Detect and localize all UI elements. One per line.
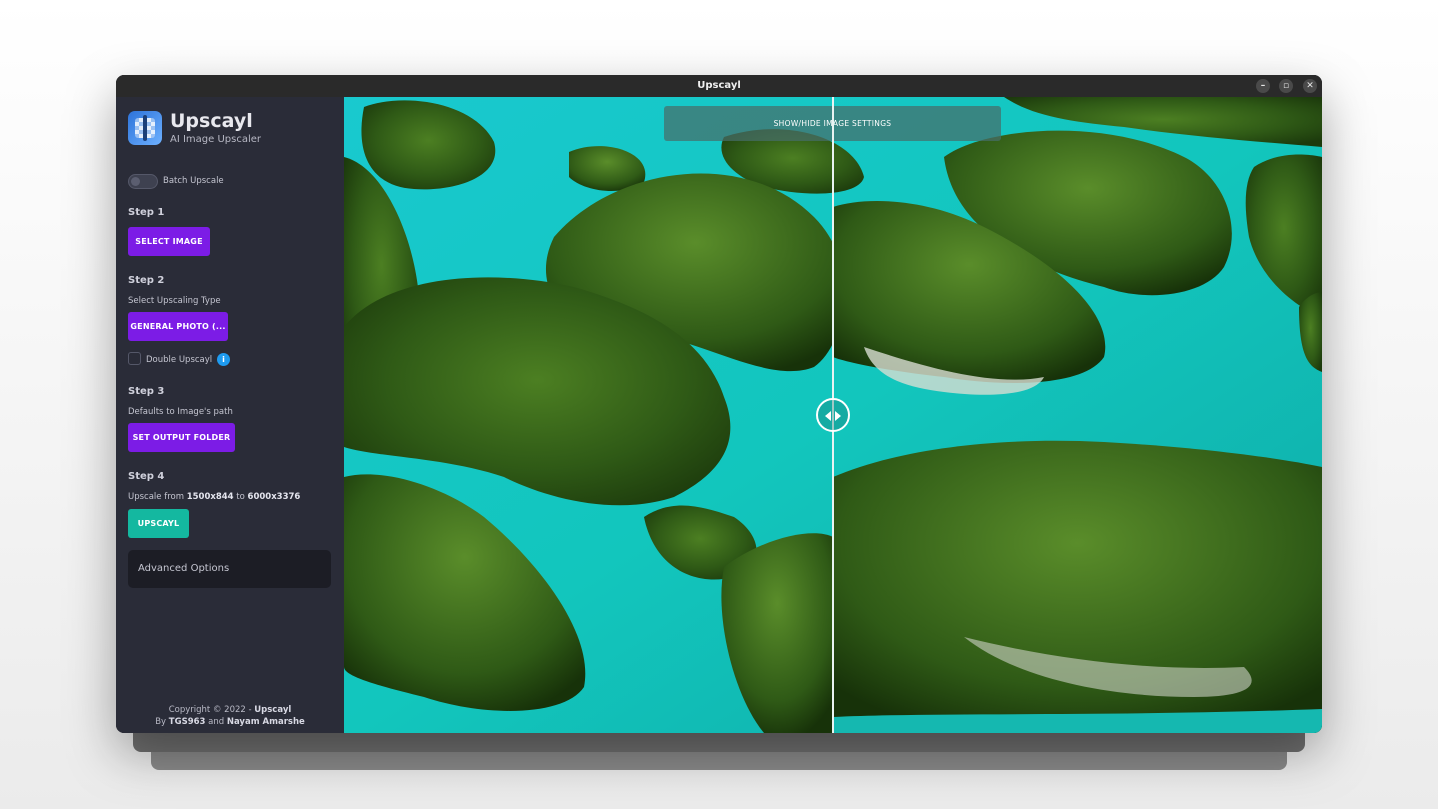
batch-upscale-label: Batch Upscale — [163, 176, 224, 186]
compare-slider-handle-icon[interactable] — [816, 398, 850, 432]
upscayl-logo-icon — [128, 111, 162, 145]
step4-resolution-text: Upscale from 1500x844 to 6000x3376 — [128, 492, 301, 502]
sidebar: Upscayl AI Image Upscaler Batch Upscale … — [116, 97, 344, 733]
step1-title: Step 1 — [128, 207, 165, 218]
double-upscayl-label: Double Upscayl — [146, 355, 213, 365]
app-window: Upscayl – ▫ ✕ Upscayl AI Image Upscaler … — [116, 75, 1322, 733]
close-button[interactable]: ✕ — [1303, 79, 1317, 93]
title-bar: Upscayl – ▫ ✕ — [116, 75, 1322, 97]
advanced-options-toggle[interactable]: Advanced Options — [128, 550, 331, 588]
upscayl-button[interactable]: UPSCAYL — [128, 509, 189, 538]
maximize-button[interactable]: ▫ — [1279, 79, 1293, 93]
image-compare-viewer[interactable]: SHOW/HIDE IMAGE SETTINGS — [344, 97, 1322, 733]
select-image-button[interactable]: SELECT IMAGE — [128, 227, 210, 256]
step2-title: Step 2 — [128, 275, 165, 286]
step3-title: Step 3 — [128, 386, 165, 397]
info-icon[interactable]: i — [217, 353, 230, 366]
app-name: Upscayl — [170, 110, 253, 132]
step4-title: Step 4 — [128, 471, 165, 482]
minimize-button[interactable]: – — [1256, 79, 1270, 93]
upscaling-type-select[interactable]: GENERAL PHOTO (... — [128, 312, 228, 341]
step3-subtitle: Defaults to Image's path — [128, 407, 233, 417]
set-output-folder-button[interactable]: SET OUTPUT FOLDER — [128, 423, 235, 452]
footer-copyright: Copyright © 2022 - Upscayl — [168, 705, 292, 715]
step2-subtitle: Select Upscaling Type — [128, 296, 221, 306]
window-title: Upscayl — [697, 80, 741, 91]
footer-credits: By TGS963 and Nayam Amarshe — [155, 717, 305, 727]
app-tagline: AI Image Upscaler — [170, 134, 262, 145]
double-upscayl-checkbox[interactable] — [128, 352, 141, 365]
batch-upscale-toggle[interactable] — [128, 174, 158, 189]
